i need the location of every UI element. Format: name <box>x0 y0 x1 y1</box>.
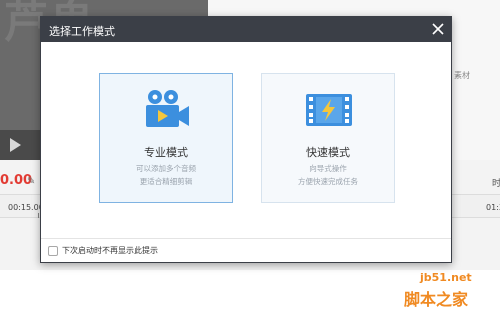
dialog-titlebar: 选择工作模式 <box>41 17 451 42</box>
dont-show-again-label[interactable]: 下次启动时不再显示此提示 <box>62 245 158 256</box>
site-watermark-name: 脚本之家 <box>404 290 469 309</box>
timeline-tick-label: 01:3 <box>486 203 500 212</box>
timeline-tick-label: 00:15.00 <box>8 203 44 212</box>
close-icon[interactable] <box>428 19 448 39</box>
film-strip-icon <box>304 88 354 130</box>
pro-mode-desc: 更适合精细剪辑 <box>139 177 193 186</box>
pro-mode-card[interactable]: 专业模式 可以添加多个音频 更适合精细剪辑 <box>99 73 233 203</box>
pro-mode-desc: 可以添加多个音频 <box>136 164 196 173</box>
dialog-title: 选择工作模式 <box>49 25 115 38</box>
fast-mode-desc: 向导式操作 <box>309 164 347 173</box>
fast-mode-title: 快速模式 <box>306 146 350 159</box>
pro-mode-title: 专业模式 <box>144 146 188 159</box>
site-watermark-url: jb51.net <box>420 271 472 284</box>
fast-mode-card[interactable]: 快速模式 向导式操作 方便快速完成任务 <box>261 73 395 203</box>
video-camera-icon <box>142 88 192 130</box>
material-label: 素材 <box>454 71 470 80</box>
play-icon[interactable] <box>10 138 21 152</box>
mode-select-dialog: 选择工作模式 专业模式 可以添加多个音频 更适合精细剪辑 快速模式 向导式操作 … <box>40 16 452 263</box>
timeline-tick <box>38 213 39 218</box>
fast-mode-desc: 方便快速完成任务 <box>298 177 358 186</box>
time-label: 时 <box>492 179 500 189</box>
dialog-footer: 下次启动时不再显示此提示 <box>41 238 451 262</box>
dont-show-again-checkbox[interactable] <box>48 246 58 256</box>
edit-icon[interactable]: ✎ <box>27 176 35 187</box>
